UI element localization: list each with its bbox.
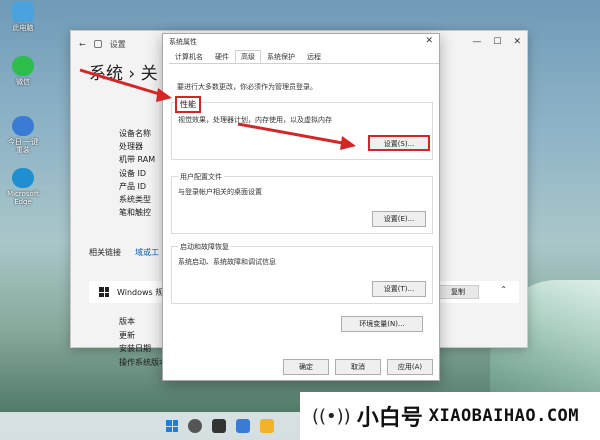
ok-button[interactable]: 确定	[283, 359, 329, 375]
task-view-icon[interactable]	[212, 419, 226, 433]
taskbar	[0, 412, 300, 440]
spec-label: 版本	[119, 317, 135, 326]
edge-icon	[12, 168, 34, 188]
cancel-button[interactable]: 取消	[335, 359, 381, 375]
reinstall-icon	[12, 116, 34, 136]
watermark-cn: 小白号	[356, 406, 423, 431]
tab-hardware[interactable]: 硬件	[209, 50, 235, 63]
watermark-bar: ((•)) 小白号 XIAOBAIHAO.COM	[300, 392, 600, 440]
user-profiles-group: 用户配置文件 与登录帐户相关的桌面设置 设置(E)...	[171, 172, 433, 234]
settings-title: 设置	[109, 39, 126, 49]
performance-label: 性能	[175, 96, 201, 113]
apply-button[interactable]: 应用(A)	[387, 359, 433, 375]
windows-spec-list: 版本 更新 安装日期 操作系统版本	[119, 315, 167, 369]
spec-label: 操作系统版本	[119, 357, 167, 367]
domain-link[interactable]: 域或工	[135, 247, 159, 258]
monitor-icon	[12, 2, 34, 22]
maximize-icon[interactable]: ☐	[493, 37, 501, 47]
windows-logo-icon	[99, 287, 109, 297]
search-icon[interactable]	[188, 419, 202, 433]
desktop-icon-edge[interactable]: Microsoft Edge	[4, 168, 42, 206]
tab-advanced[interactable]: 高级	[235, 50, 261, 63]
related-title: 相关链接	[89, 248, 121, 257]
minimize-icon[interactable]: —	[472, 37, 481, 47]
watermark-en: XIAOBAIHAO.COM	[428, 406, 580, 426]
tab-computer-name[interactable]: 计算机名	[169, 50, 209, 63]
broadcast-icon: ((•))	[312, 405, 351, 427]
dialog-tabs: 计算机名 硬件 高级 系统保护 远程	[169, 50, 439, 64]
spec-label: 处理器	[119, 142, 143, 152]
settings-icon	[93, 40, 102, 48]
file-explorer-icon[interactable]	[260, 419, 274, 433]
spec-label: 更新	[119, 330, 135, 340]
copy-button[interactable]: 复制	[437, 285, 479, 299]
related-links: 相关链接 域或工	[89, 247, 159, 258]
spec-label: 机带 RAM	[119, 155, 156, 165]
admin-notice: 要进行大多数更改，你必须作为管理员登录。	[177, 83, 317, 91]
spec-label: 笔和触控	[119, 208, 151, 218]
spec-label: 设备名称	[119, 129, 151, 138]
close-icon[interactable]: ✕	[513, 37, 521, 47]
dialog-title: 系统属性	[169, 38, 197, 46]
spec-label: 系统类型	[119, 195, 151, 205]
performance-desc: 视觉效果，处理器计划，内存使用，以及虚拟内存	[178, 116, 332, 124]
page-title: 系统 › 关	[89, 64, 158, 84]
chevron-up-icon[interactable]: ⌃	[500, 285, 507, 294]
performance-group: 视觉效果，处理器计划，内存使用，以及虚拟内存 设置(S)...	[171, 102, 433, 160]
user-profiles-desc: 与登录帐户相关的桌面设置	[178, 188, 262, 196]
desktop-icon-reinstall[interactable]: 今日·一键 重装	[4, 116, 42, 154]
system-properties-dialog: 系统属性 ✕ 计算机名 硬件 高级 系统保护 远程 要进行大多数更改，你必须作为…	[162, 33, 440, 381]
desktop-icon-this-pc[interactable]: 此电脑	[4, 2, 42, 32]
device-spec-list: 设备名称 处理器 机带 RAM 设备 ID 产品 ID 系统类型 笔和触控	[119, 127, 155, 219]
spec-label: 设备 ID	[119, 168, 147, 178]
widgets-icon[interactable]	[236, 419, 250, 433]
window-controls: — ☐ ✕	[472, 37, 521, 47]
environment-variables-button[interactable]: 环境变量(N)...	[341, 316, 423, 332]
performance-settings-button[interactable]: 设置(S)...	[368, 135, 430, 151]
spec-label: 产品 ID	[119, 181, 147, 191]
tab-remote[interactable]: 远程	[301, 50, 327, 63]
back-arrow-icon[interactable]: ←	[79, 40, 86, 49]
spec-label: 安装日期	[119, 344, 151, 353]
desktop-icon-wechat[interactable]: 微信	[4, 56, 42, 86]
close-icon[interactable]: ✕	[425, 36, 433, 46]
startup-recovery-group: 启动和故障恢复 系统启动、系统故障和调试信息 设置(T)...	[171, 242, 433, 304]
windows-spec-title: Windows 规	[117, 287, 164, 297]
tab-system-protection[interactable]: 系统保护	[261, 50, 301, 63]
user-profiles-label: 用户配置文件	[178, 172, 224, 182]
startup-settings-button[interactable]: 设置(T)...	[372, 281, 426, 297]
start-icon[interactable]	[166, 420, 178, 432]
startup-recovery-desc: 系统启动、系统故障和调试信息	[178, 258, 276, 266]
startup-recovery-label: 启动和故障恢复	[178, 242, 231, 252]
user-profiles-settings-button[interactable]: 设置(E)...	[372, 211, 426, 227]
wechat-icon	[12, 56, 34, 76]
